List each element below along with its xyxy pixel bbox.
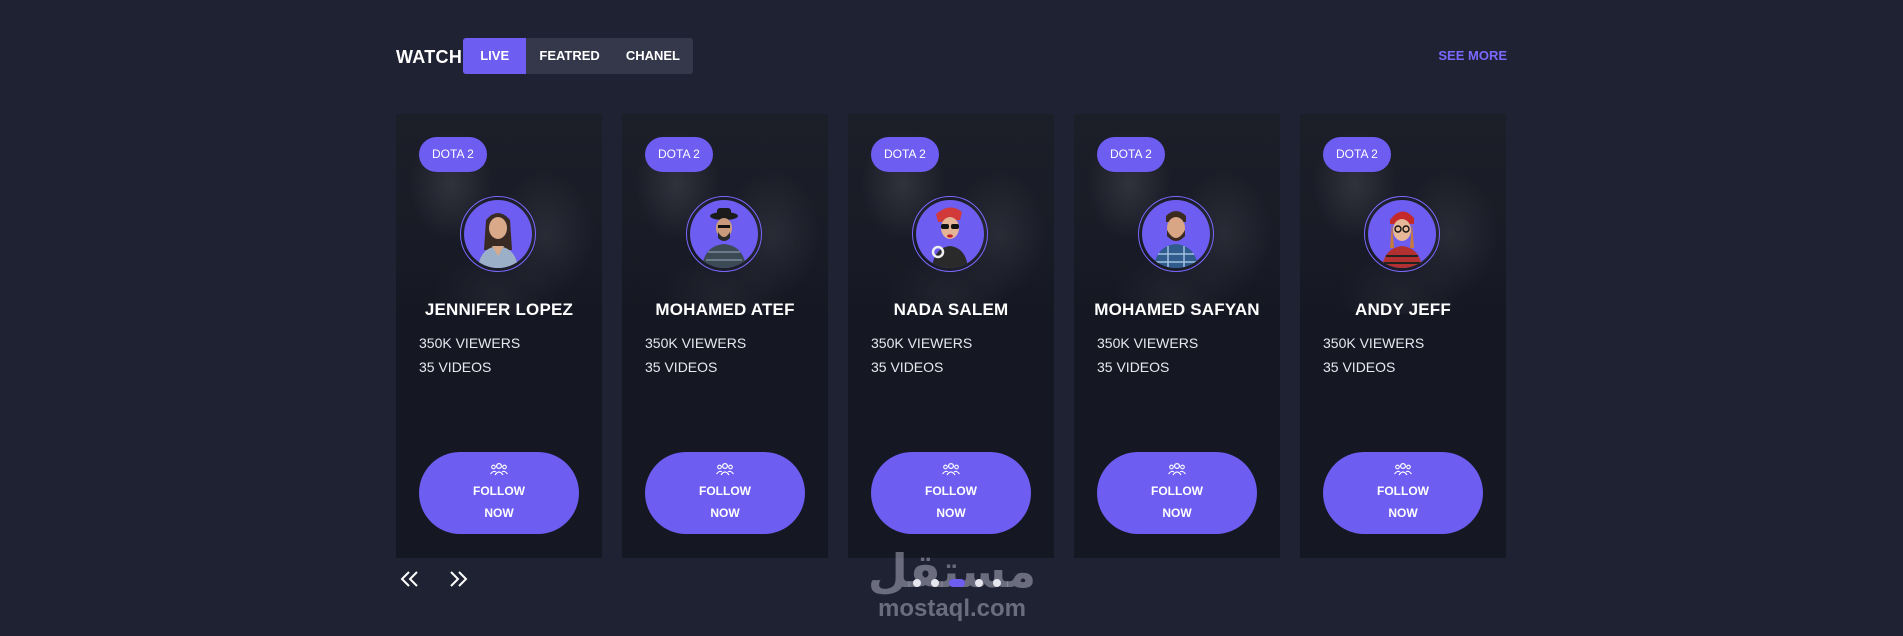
tab-channel[interactable]: CHANEL — [613, 38, 693, 74]
section-header: WATCH LIVE FEATRED CHANEL SEE MORE — [396, 38, 1507, 74]
avatar-ring — [1364, 196, 1440, 272]
streamer-name: MOHAMED ATEF — [655, 300, 795, 319]
avatar[interactable] — [690, 200, 758, 268]
streamer-name: ANDY JEFF — [1355, 300, 1451, 319]
streamer-cards: DOTA 2 JENNIFER LOPEZ 350K VIEWERS 35 VI… — [396, 114, 1507, 558]
pagination-dot[interactable] — [931, 579, 939, 587]
viewer-count: 350K VIEWERS — [419, 335, 521, 351]
viewer-count: 350K VIEWERS — [1323, 335, 1425, 351]
streamer-card: DOTA 2 ANDY JEFF 350K VIEWERS 35 VIDEOS … — [1300, 114, 1506, 558]
follow-label: FOLLOW NOW — [1151, 484, 1203, 520]
follow-label: FOLLOW NOW — [473, 484, 525, 520]
avatar-ring — [686, 196, 762, 272]
watermark-latin: mostaql.com — [877, 595, 1027, 622]
follow-label: FOLLOW NOW — [1377, 484, 1429, 520]
double-chevron-right-icon[interactable] — [448, 570, 472, 590]
video-count: 35 VIDEOS — [645, 359, 718, 375]
follow-button[interactable]: FOLLOW NOW — [1097, 452, 1257, 534]
video-count: 35 VIDEOS — [1097, 359, 1170, 375]
double-chevron-left-icon[interactable] — [400, 570, 424, 590]
follow-button[interactable]: FOLLOW NOW — [645, 452, 805, 534]
video-count: 35 VIDEOS — [1323, 359, 1396, 375]
avatar[interactable] — [916, 200, 984, 268]
avatar[interactable] — [1142, 200, 1210, 268]
streamer-card: DOTA 2 NADA SALEM 350K VIEWERS 35 VIDEOS… — [848, 114, 1054, 558]
streamer-card: DOTA 2 MOHAMED ATEF 350K VIEWERS 35 VIDE… — [622, 114, 828, 558]
follow-button[interactable]: FOLLOW NOW — [871, 452, 1031, 534]
streamer-card: DOTA 2 MOHAMED SAFYAN 350K VIEWERS 35 VI… — [1074, 114, 1280, 558]
streamer-card: DOTA 2 JENNIFER LOPEZ 350K VIEWERS 35 VI… — [396, 114, 602, 558]
avatar[interactable] — [464, 200, 532, 268]
users-icon — [942, 462, 960, 476]
avatar-ring — [912, 196, 988, 272]
tab-featured[interactable]: FEATRED — [526, 38, 612, 74]
pagination-dot[interactable] — [993, 579, 1001, 587]
avatar[interactable] — [1368, 200, 1436, 268]
avatar-ring — [1138, 196, 1214, 272]
streamer-name: MOHAMED SAFYAN — [1094, 300, 1260, 319]
video-count: 35 VIDEOS — [871, 359, 944, 375]
streamer-name: JENNIFER LOPEZ — [424, 300, 574, 319]
users-icon — [1394, 462, 1412, 476]
pagination-dot[interactable] — [975, 579, 983, 587]
pagination-dot-active[interactable] — [949, 579, 965, 587]
game-badge[interactable]: DOTA 2 — [645, 137, 713, 172]
game-badge[interactable]: DOTA 2 — [1323, 137, 1391, 172]
section-title: WATCH — [396, 47, 463, 67]
game-badge[interactable]: DOTA 2 — [419, 137, 487, 172]
viewer-count: 350K VIEWERS — [645, 335, 747, 351]
pagination-dot[interactable] — [913, 579, 921, 587]
avatar-ring — [460, 196, 536, 272]
tab-live[interactable]: LIVE — [463, 38, 527, 74]
users-icon — [716, 462, 734, 476]
users-icon — [1168, 462, 1186, 476]
follow-button[interactable]: FOLLOW NOW — [419, 452, 579, 534]
viewer-count: 350K VIEWERS — [871, 335, 973, 351]
watch-section: WATCH LIVE FEATRED CHANEL SEE MORE DOTA … — [396, 0, 1507, 636]
follow-button[interactable]: FOLLOW NOW — [1323, 452, 1483, 534]
follow-label: FOLLOW NOW — [699, 484, 751, 520]
watermark-arabic: مستقل — [867, 544, 1037, 598]
users-icon — [490, 462, 508, 476]
see-more-link[interactable]: SEE MORE — [1438, 48, 1507, 63]
tab-bar: LIVE FEATRED CHANEL — [463, 38, 693, 74]
video-count: 35 VIDEOS — [419, 359, 492, 375]
streamer-name: NADA SALEM — [893, 300, 1009, 319]
follow-label: FOLLOW NOW — [925, 484, 977, 520]
viewer-count: 350K VIEWERS — [1097, 335, 1199, 351]
game-badge[interactable]: DOTA 2 — [1097, 137, 1165, 172]
game-badge[interactable]: DOTA 2 — [871, 137, 939, 172]
